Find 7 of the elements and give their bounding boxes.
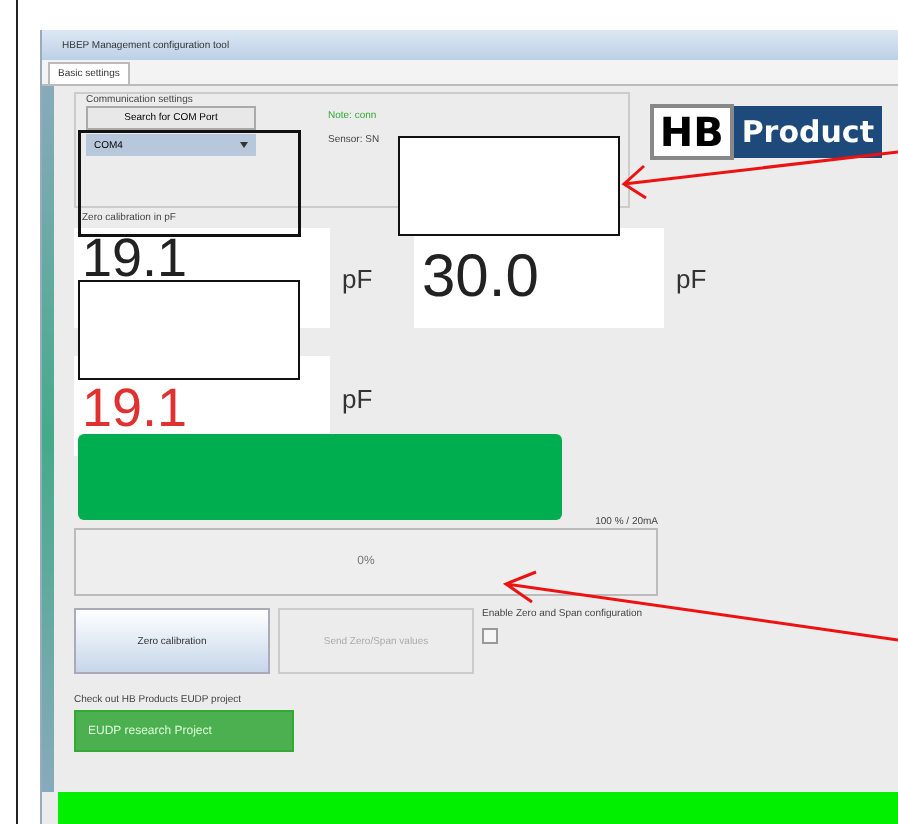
logo: HB Product bbox=[649, 102, 882, 162]
unit-label: pF bbox=[676, 263, 709, 293]
unit-label: pF bbox=[342, 384, 375, 414]
checkbox[interactable] bbox=[482, 628, 498, 644]
caret-icon bbox=[240, 142, 248, 148]
span-value: 30.0 bbox=[414, 228, 664, 328]
unit-label: pF bbox=[342, 263, 375, 293]
